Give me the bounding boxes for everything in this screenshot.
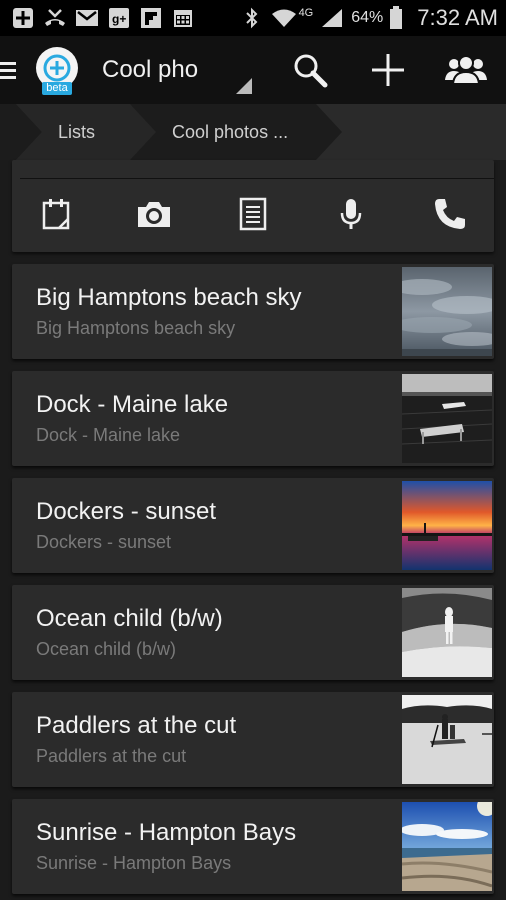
list-item[interactable]: Dock - Maine lake Dock - Maine lake (12, 371, 494, 466)
breadcrumb-current[interactable]: Cool photos ... (172, 104, 288, 160)
item-subtitle: Ocean child (b/w) (36, 639, 177, 659)
phone-icon (435, 199, 465, 229)
list-title[interactable]: Cool pho (102, 56, 198, 84)
microphone-icon (340, 199, 362, 229)
item-subtitle: Dockers - sunset (36, 532, 172, 552)
share-button[interactable] (444, 50, 488, 90)
item-title: Sunrise - Hampton Bays (36, 819, 297, 846)
network-type: 4G (298, 7, 314, 19)
calendar-icon (42, 199, 70, 230)
item-thumbnail[interactable] (402, 695, 492, 784)
battery-icon (389, 6, 403, 29)
item-subtitle: Paddlers at the cut (36, 746, 187, 766)
item-subtitle: Sunrise - Hampton Bays (36, 853, 232, 873)
battery-percent: 64% (351, 9, 384, 26)
item-thumbnail[interactable] (402, 588, 492, 677)
add-button[interactable] (366, 50, 410, 90)
list-item[interactable]: Sunrise - Hampton Bays Sunrise - Hampton… (12, 799, 494, 894)
add-notification-icon (10, 7, 36, 29)
item-list: Big Hamptons beach sky Big Hamptons beac… (12, 264, 494, 900)
item-title: Paddlers at the cut (36, 712, 237, 739)
nav-drawer-icon[interactable] (0, 61, 16, 79)
wifi-icon (271, 7, 297, 29)
signal-icon (319, 7, 345, 29)
app-logo[interactable]: beta (32, 46, 82, 96)
add-note-button[interactable] (233, 196, 273, 232)
camera-icon (138, 202, 170, 227)
svg-text:g+: g+ (112, 12, 126, 26)
list-item[interactable]: Dockers - sunset Dockers - sunset (12, 478, 494, 573)
item-subtitle: Dock - Maine lake (36, 425, 181, 445)
calendar-notification-icon (170, 7, 196, 29)
search-icon (294, 54, 328, 88)
breadcrumb: Lists Cool photos ... (0, 104, 506, 160)
document-icon (239, 197, 267, 231)
list-item[interactable]: Big Hamptons beach sky Big Hamptons beac… (12, 264, 494, 359)
list-item[interactable]: Paddlers at the cut Paddlers at the cut (12, 692, 494, 787)
quick-add-divider (20, 178, 494, 179)
people-icon (445, 55, 487, 85)
google-plus-icon: g+ (106, 7, 132, 29)
bluetooth-icon (239, 7, 265, 29)
clock: 7:32 AM (417, 5, 498, 30)
missed-call-icon (42, 7, 68, 29)
search-button[interactable] (288, 50, 332, 90)
item-thumbnail[interactable] (402, 481, 492, 570)
item-thumbnail[interactable] (402, 802, 492, 891)
add-audio-button[interactable] (331, 196, 371, 232)
action-bar: beta Cool pho (0, 36, 506, 104)
flipboard-icon (138, 7, 164, 29)
item-title: Dock - Maine lake (36, 391, 229, 418)
status-bar: g+ 4G 64% 7:32 AM (0, 0, 506, 36)
quick-add-bar (12, 160, 494, 252)
add-call-button[interactable] (430, 196, 470, 232)
item-title: Dockers - sunset (36, 498, 217, 525)
beta-badge: beta (46, 82, 68, 94)
gmail-icon (74, 7, 100, 29)
item-title: Big Hamptons beach sky (36, 284, 302, 311)
item-subtitle: Big Hamptons beach sky (36, 318, 236, 338)
list-dropdown-icon[interactable] (236, 78, 252, 94)
list-item[interactable]: Ocean child (b/w) Ocean child (b/w) (12, 585, 494, 680)
item-thumbnail[interactable] (402, 267, 492, 356)
plus-icon (372, 54, 404, 86)
item-title: Ocean child (b/w) (36, 605, 223, 632)
add-event-button[interactable] (36, 196, 76, 232)
breadcrumb-lists[interactable]: Lists (58, 104, 95, 160)
add-photo-button[interactable] (134, 196, 174, 232)
item-thumbnail[interactable] (402, 374, 492, 463)
